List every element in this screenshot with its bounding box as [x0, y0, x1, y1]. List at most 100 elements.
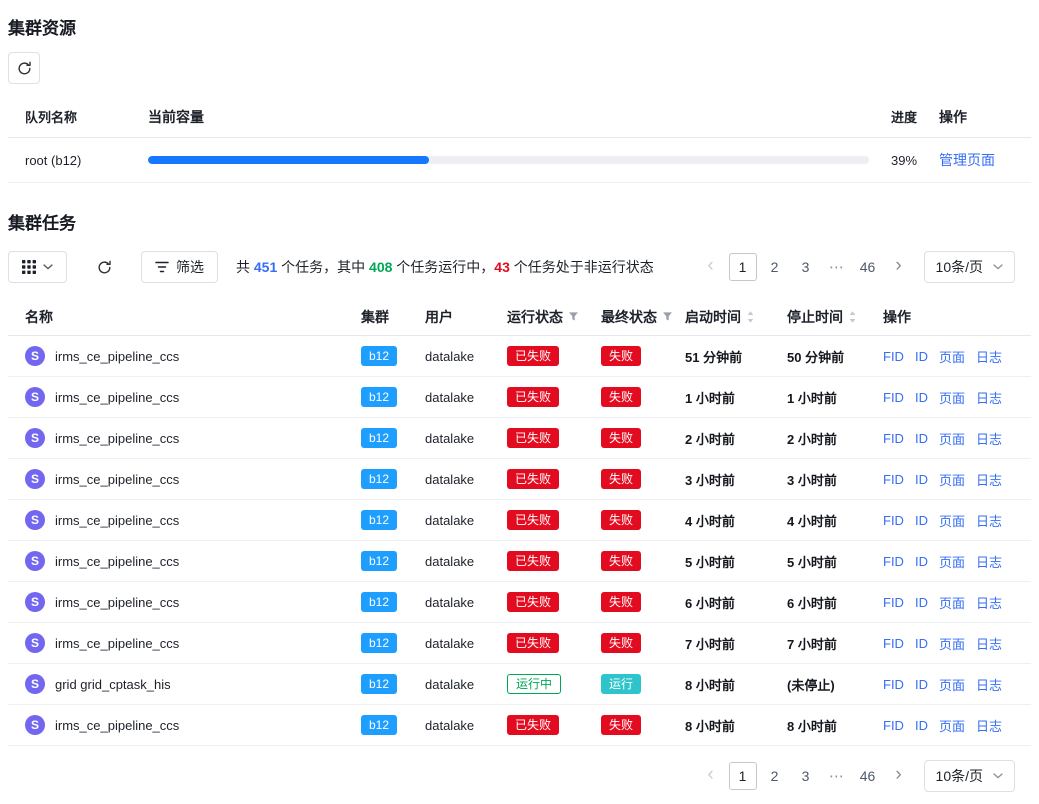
- spark-avatar: S: [25, 428, 45, 448]
- fid-link[interactable]: FID: [883, 718, 904, 733]
- id-link[interactable]: ID: [915, 677, 928, 692]
- pagination-page-button[interactable]: 1: [729, 253, 757, 281]
- final-status-badge: 失败: [601, 387, 641, 407]
- stop-time: 2 小时前: [787, 429, 883, 448]
- layout-dropdown-button[interactable]: [8, 251, 67, 283]
- id-link[interactable]: ID: [915, 595, 928, 610]
- id-link[interactable]: ID: [915, 431, 928, 446]
- fid-link[interactable]: FID: [883, 390, 904, 405]
- fid-link[interactable]: FID: [883, 677, 904, 692]
- pagination-ellipsis[interactable]: ⋯: [824, 762, 850, 790]
- fid-link[interactable]: FID: [883, 636, 904, 651]
- log-link[interactable]: 日志: [976, 675, 1002, 694]
- id-link[interactable]: ID: [915, 636, 928, 651]
- page-size-select[interactable]: 10条/页: [924, 760, 1015, 792]
- page-link[interactable]: 页面: [939, 675, 965, 694]
- table-row: S irms_ce_pipeline_ccs b12 datalake 已失败 …: [8, 623, 1031, 664]
- cluster-badge: b12: [361, 469, 397, 489]
- page-link[interactable]: 页面: [939, 511, 965, 530]
- id-link[interactable]: ID: [915, 349, 928, 364]
- id-link[interactable]: ID: [915, 390, 928, 405]
- page-link[interactable]: 页面: [939, 470, 965, 489]
- start-time: 4 小时前: [685, 511, 787, 530]
- page-link[interactable]: 页面: [939, 429, 965, 448]
- log-link[interactable]: 日志: [976, 511, 1002, 530]
- fid-link[interactable]: FID: [883, 595, 904, 610]
- log-link[interactable]: 日志: [976, 429, 1002, 448]
- id-link[interactable]: ID: [915, 472, 928, 487]
- page-link[interactable]: 页面: [939, 552, 965, 571]
- fid-link[interactable]: FID: [883, 349, 904, 364]
- id-link[interactable]: ID: [915, 554, 928, 569]
- user-name: datalake: [425, 390, 507, 405]
- column-header-actions: 操作: [939, 107, 1031, 127]
- cluster-badge: b12: [361, 346, 397, 366]
- user-name: datalake: [425, 718, 507, 733]
- table-row: S irms_ce_pipeline_ccs b12 datalake 已失败 …: [8, 336, 1031, 377]
- filter-icon: [155, 261, 169, 273]
- user-name: datalake: [425, 431, 507, 446]
- column-header-stop-time: 停止时间: [787, 307, 843, 327]
- table-row: S irms_ce_pipeline_ccs b12 datalake 已失败 …: [8, 418, 1031, 459]
- column-header-name: 名称: [25, 307, 53, 327]
- sort-icon[interactable]: [746, 310, 755, 324]
- log-link[interactable]: 日志: [976, 593, 1002, 612]
- pagination-prev-button[interactable]: ‹: [698, 762, 724, 790]
- tasks-refresh-button[interactable]: [88, 251, 120, 283]
- page-size-value: 10条/页: [936, 257, 983, 277]
- user-name: datalake: [425, 636, 507, 651]
- page-link[interactable]: 页面: [939, 593, 965, 612]
- fid-link[interactable]: FID: [883, 554, 904, 569]
- fid-link[interactable]: FID: [883, 431, 904, 446]
- summary-text: 个任务运行中，: [392, 259, 494, 275]
- page-link[interactable]: 页面: [939, 388, 965, 407]
- task-name: grid grid_cptask_his: [55, 677, 171, 692]
- log-link[interactable]: 日志: [976, 347, 1002, 366]
- manage-page-link[interactable]: 管理页面: [939, 150, 995, 170]
- stop-time: 1 小时前: [787, 388, 883, 407]
- pagination-next-button[interactable]: ›: [886, 253, 912, 281]
- log-link[interactable]: 日志: [976, 634, 1002, 653]
- pagination-page-button[interactable]: 46: [855, 762, 881, 790]
- pagination-prev-button[interactable]: ‹: [698, 253, 724, 281]
- pagination-page-button[interactable]: 46: [855, 253, 881, 281]
- spark-avatar: S: [25, 551, 45, 571]
- fid-link[interactable]: FID: [883, 472, 904, 487]
- id-link[interactable]: ID: [915, 513, 928, 528]
- pagination-ellipsis[interactable]: ⋯: [824, 253, 850, 281]
- stop-time: 7 小时前: [787, 634, 883, 653]
- pagination-page-button[interactable]: 3: [793, 253, 819, 281]
- pagination-page-button[interactable]: 2: [762, 253, 788, 281]
- user-name: datalake: [425, 595, 507, 610]
- start-time: 8 小时前: [685, 675, 787, 694]
- pagination-next-button[interactable]: ›: [886, 762, 912, 790]
- resources-refresh-button[interactable]: [8, 52, 40, 84]
- page-link[interactable]: 页面: [939, 347, 965, 366]
- chevron-down-icon: [43, 264, 53, 270]
- fid-link[interactable]: FID: [883, 513, 904, 528]
- pagination-page-button[interactable]: 2: [762, 762, 788, 790]
- page-link[interactable]: 页面: [939, 634, 965, 653]
- table-row: S irms_ce_pipeline_ccs b12 datalake 已失败 …: [8, 541, 1031, 582]
- final-status-badge: 失败: [601, 428, 641, 448]
- sort-icon[interactable]: [848, 310, 857, 324]
- id-link[interactable]: ID: [915, 718, 928, 733]
- run-status-badge: 已失败: [507, 633, 559, 653]
- grid-icon: [22, 260, 36, 274]
- filter-funnel-icon[interactable]: [662, 311, 673, 322]
- log-link[interactable]: 日志: [976, 388, 1002, 407]
- filter-funnel-icon[interactable]: [568, 311, 579, 322]
- log-link[interactable]: 日志: [976, 470, 1002, 489]
- pagination-bottom: ‹ 1 2 3 ⋯ 46 › 10条/页: [8, 760, 1031, 792]
- log-link[interactable]: 日志: [976, 552, 1002, 571]
- page-size-select[interactable]: 10条/页: [924, 251, 1015, 283]
- log-link[interactable]: 日志: [976, 716, 1002, 735]
- task-name: irms_ce_pipeline_ccs: [55, 595, 179, 610]
- cluster-badge: b12: [361, 510, 397, 530]
- cluster-badge: b12: [361, 428, 397, 448]
- page-link[interactable]: 页面: [939, 716, 965, 735]
- stop-time: 3 小时前: [787, 470, 883, 489]
- pagination-page-button[interactable]: 1: [729, 762, 757, 790]
- filter-button[interactable]: 筛选: [141, 251, 218, 283]
- pagination-page-button[interactable]: 3: [793, 762, 819, 790]
